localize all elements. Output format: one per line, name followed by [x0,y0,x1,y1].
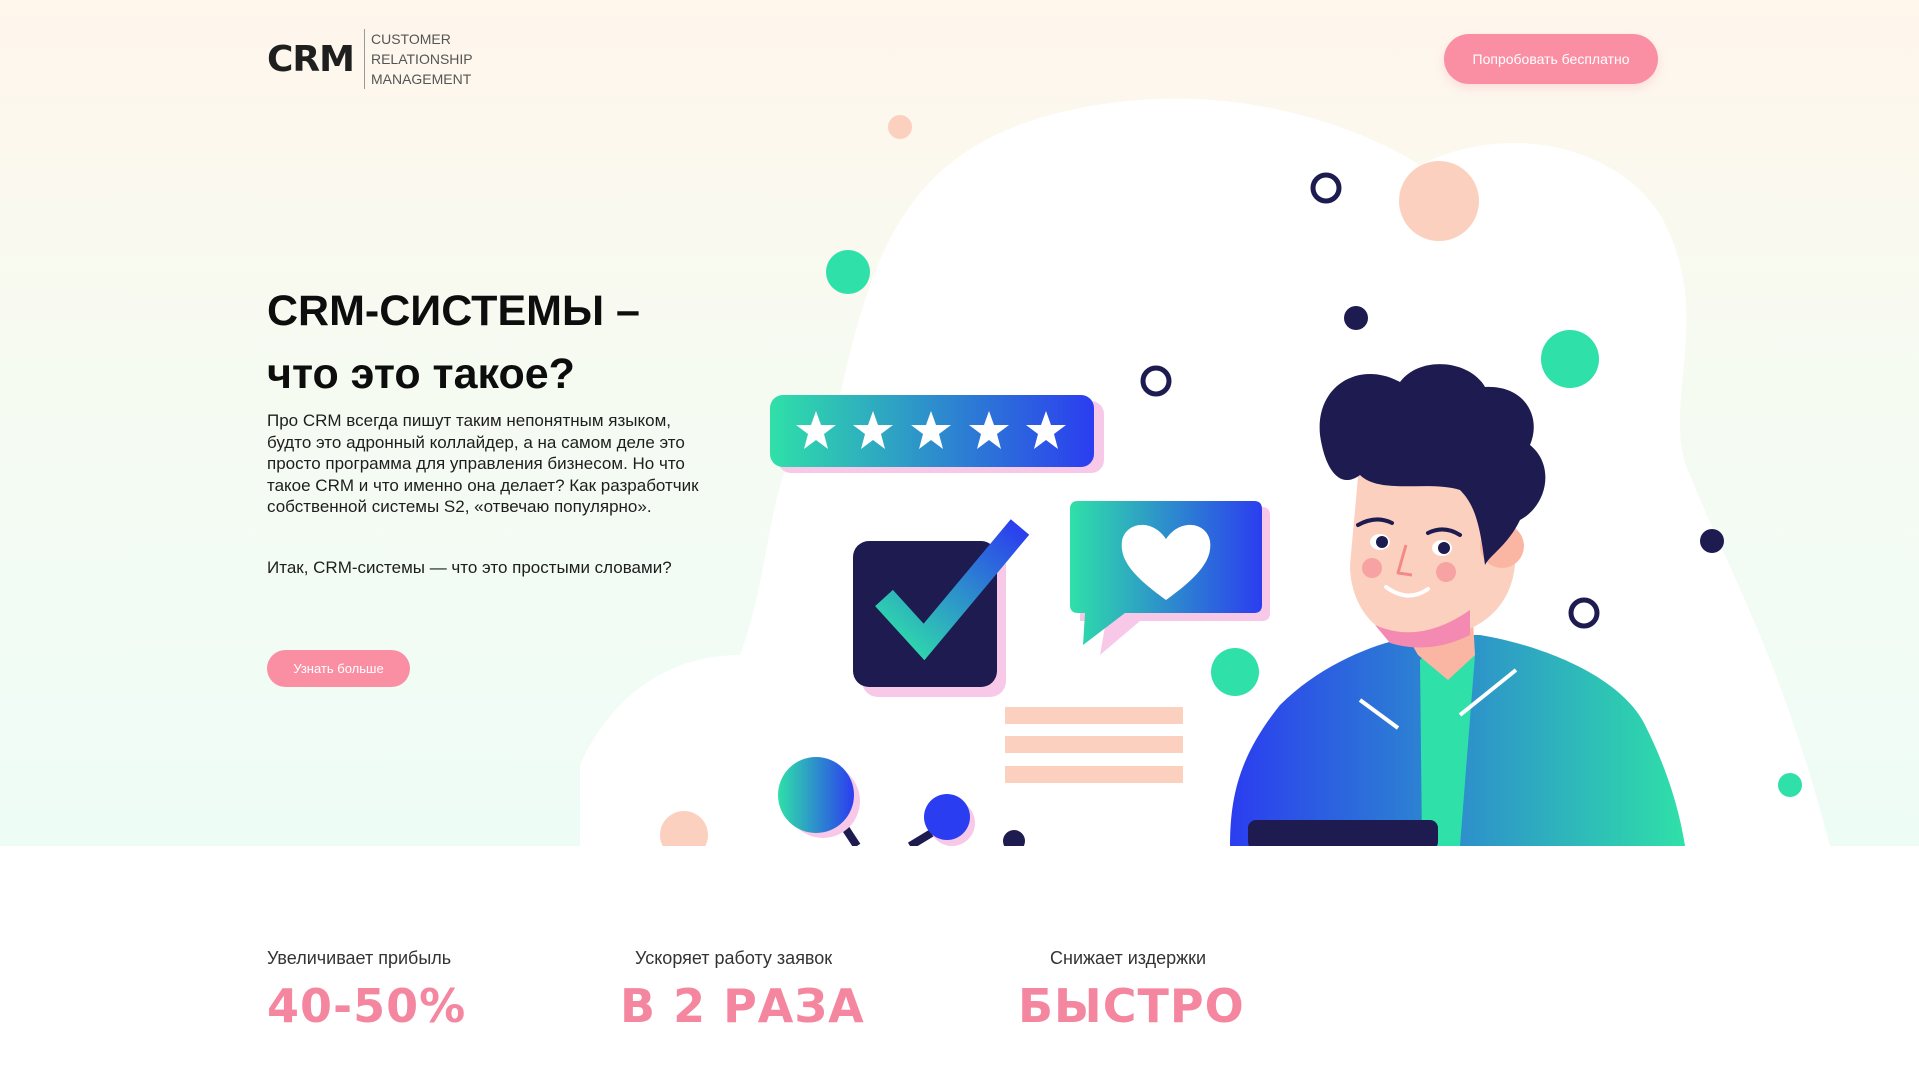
logo-divider [363,29,365,89]
stat-profit-label: Увеличивает прибыль [267,948,452,968]
text-line-3 [1005,766,1183,783]
cheek-left [1362,558,1382,578]
logo-tagline: CUSTOMER RELATIONSHIP MANAGEMENT [371,29,473,89]
pupil-right [1438,542,1450,554]
pin-right [924,794,970,840]
deco-circle-teal-2 [1541,330,1599,388]
stat-requests-label: Ускоряет работу заявок [635,948,833,968]
text-line-2 [1005,736,1183,753]
try-free-button[interactable]: Попробовать бесплатно [1444,34,1658,84]
hero-section: CRM CUSTOMER RELATIONSHIP MANAGEMENT Поп… [0,0,1919,846]
deco-circle-peach-small [888,115,912,139]
deco-circle-peach-large [1399,161,1479,241]
deco-dot-navy-1 [1344,306,1368,330]
deco-circle-teal-small [1778,773,1802,797]
logo[interactable]: CRM CUSTOMER RELATIONSHIP MANAGEMENT [267,28,473,90]
logo-line-customer: CUSTOMER [370,31,451,47]
stat-requests-value: В 2 РАЗА [620,979,865,1033]
logo-line-management: MANAGEMENT [370,71,472,87]
stat-costs: Снижает издержки БЫСТРО [1018,948,1245,1033]
hero-illustration [580,98,1830,846]
stat-costs-value: БЫСТРО [1018,979,1245,1033]
text-line-1 [1005,707,1183,724]
stat-costs-label: Снижает издержки [1050,948,1207,968]
stat-requests: Ускоряет работу заявок В 2 РАЗА [620,948,865,1033]
cheek-right [1436,562,1456,582]
pupil-left [1376,536,1388,548]
laptop-edge [1248,820,1438,846]
stat-profit: Увеличивает прибыль 40-50% [267,948,466,1033]
logo-line-relationship: RELATIONSHIP [370,51,473,67]
logo-mark: CRM [267,38,355,80]
deco-circle-teal-1 [826,250,870,294]
stat-profit-value: 40-50% [267,979,467,1033]
pin-left [778,757,854,833]
deco-dot-navy-2 [1700,529,1724,553]
deco-circle-teal-3 [1211,648,1259,696]
learn-more-button[interactable]: Узнать больше [267,650,410,687]
